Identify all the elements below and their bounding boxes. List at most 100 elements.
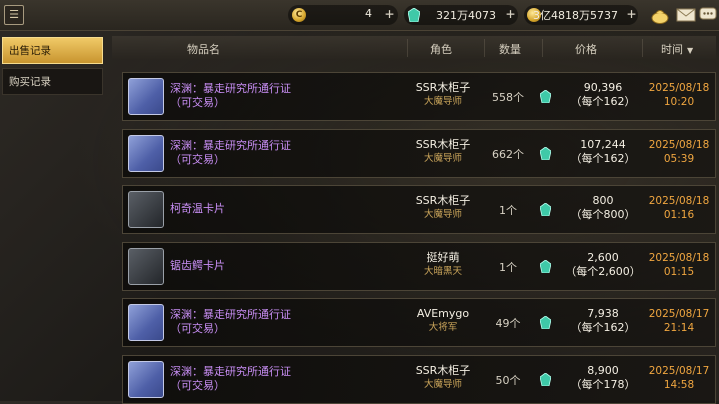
top-bar: ☰ C 4 + 321万4073 + 3亿4818万5737 + — [0, 0, 719, 31]
trade-date: 2025/08/18 — [648, 82, 710, 94]
item-name: 深渊：暴走研究所通行证（可交易） — [170, 139, 291, 166]
table-row: 深渊：暴走研究所通行证（可交易） SSR木柜子 大魔导师 558个 90,396… — [122, 72, 716, 121]
header-divider — [542, 39, 543, 57]
trade-date: 2025/08/18 — [648, 139, 710, 151]
trade-clock: 10:20 — [663, 96, 695, 108]
add-currency-button[interactable]: + — [506, 5, 515, 23]
ticket-item-icon[interactable] — [128, 361, 164, 398]
currency-gem: 321万4073 + — [404, 5, 518, 25]
mail-icon[interactable] — [676, 6, 696, 24]
time-cell: 2025/08/18 05:39 — [643, 138, 715, 166]
character-class: 大魔导师 — [423, 153, 462, 164]
total-price: 2,600 — [587, 251, 619, 264]
price-cell: 7,938 （每个162） — [548, 307, 658, 335]
unit-price: （每个178） — [570, 378, 636, 391]
quantity: 662个 — [492, 148, 524, 161]
item-name: 锯齿鳄卡片 — [170, 259, 225, 272]
time-cell: 2025/08/18 10:20 — [643, 81, 715, 109]
chat-icon[interactable] — [699, 6, 717, 24]
character-name: SSR木柜子 — [415, 364, 471, 377]
trade-date: 2025/08/17 — [648, 365, 710, 377]
trade-date: 2025/08/18 — [648, 252, 710, 264]
document-icon[interactable]: ☰ — [4, 5, 24, 25]
character-class: 大魔导师 — [423, 96, 462, 107]
item-name: 深渊：暴走研究所通行证（可交易） — [170, 308, 291, 335]
price-cell: 107,244 （每个162） — [548, 138, 658, 166]
table-row: 深渊：暴走研究所通行证（可交易） AVEmygo 大将军 49个 7,938 （… — [122, 298, 716, 347]
ticket-item-icon[interactable] — [128, 135, 164, 172]
trade-date: 2025/08/17 — [648, 308, 710, 320]
price-cell: 90,396 （每个162） — [548, 81, 658, 109]
character-name: AVEmygo — [416, 307, 470, 320]
sort-down-icon: ▼ — [687, 46, 694, 55]
unit-price: （每个800） — [570, 208, 636, 221]
character-name: 挺好萌 — [426, 251, 460, 264]
trade-date: 2025/08/18 — [648, 195, 710, 207]
price-cell: 8,900 （每个178） — [548, 364, 658, 392]
character-class: 大魔导师 — [423, 379, 462, 390]
role-cell: SSR木柜子 大魔导师 — [393, 364, 493, 392]
trade-clock: 01:15 — [663, 266, 695, 278]
header-time-sort[interactable]: 时间 ▼ — [661, 41, 693, 57]
header-divider — [642, 39, 643, 57]
tab-sales-record[interactable]: 出售记录 — [2, 37, 103, 64]
unit-price: （每个162） — [570, 152, 636, 165]
tab-purchase-record[interactable]: 购买记录 — [2, 68, 103, 95]
header-quantity: 数量 — [499, 43, 521, 56]
character-class: 大暗黑天 — [423, 266, 462, 277]
currency-value: 321万4073 — [436, 9, 496, 22]
table-row: 深渊：暴走研究所通行证（可交易） SSR木柜子 大魔导师 662个 107,24… — [122, 129, 716, 178]
card-item-icon[interactable] — [128, 191, 164, 228]
unit-price: （每个162） — [570, 95, 636, 108]
currency-value: 3亿4818万5737 — [533, 9, 618, 22]
price-cell: 800 （每个800） — [548, 194, 658, 222]
total-price: 107,244 — [580, 138, 626, 151]
quantity: 558个 — [492, 91, 524, 104]
item-name: 深渊：暴走研究所通行证（可交易） — [170, 365, 291, 392]
unit-price: （每个162） — [570, 321, 636, 334]
table-header: 物品名 角色 数量 价格 时间 ▼ — [112, 36, 716, 60]
item-name: 柯奇温卡片 — [170, 202, 225, 215]
time-cell: 2025/08/17 21:14 — [643, 307, 715, 335]
total-price: 8,900 — [587, 364, 619, 377]
add-currency-button[interactable]: + — [385, 5, 394, 23]
ticket-item-icon[interactable] — [128, 78, 164, 115]
tab-label: 出售记录 — [9, 45, 51, 57]
header-divider — [484, 39, 485, 57]
quantity: 1个 — [499, 204, 517, 217]
character-name: SSR木柜子 — [415, 81, 471, 94]
money-bag-icon[interactable] — [650, 6, 670, 24]
tab-label: 购买记录 — [9, 76, 51, 88]
trade-clock: 01:16 — [663, 209, 695, 221]
total-price: 7,938 — [587, 307, 619, 320]
character-class: 大魔导师 — [423, 209, 462, 220]
trade-clock: 21:14 — [663, 322, 695, 334]
c-coin-icon: C — [292, 8, 306, 22]
table-row: 深渊：暴走研究所通行证（可交易） SSR木柜子 大魔导师 50个 8,900 （… — [122, 355, 716, 404]
header-item-name: 物品名 — [187, 43, 220, 56]
header-divider — [407, 39, 408, 57]
currency-gold: 3亿4818万5737 + — [524, 5, 638, 25]
trade-clock: 14:58 — [663, 379, 695, 391]
role-cell: 挺好萌 大暗黑天 — [393, 251, 493, 279]
add-currency-button[interactable]: + — [627, 5, 636, 23]
role-cell: SSR木柜子 大魔导师 — [393, 138, 493, 166]
currency-c-coin: C 4 + — [288, 5, 398, 25]
total-price: 90,396 — [583, 81, 623, 94]
role-cell: AVEmygo 大将军 — [393, 307, 493, 335]
price-cell: 2,600 （每个2,600） — [548, 251, 658, 279]
quantity: 50个 — [495, 374, 521, 387]
header-time-label: 时间 — [661, 43, 683, 56]
header-role: 角色 — [430, 43, 452, 56]
role-cell: SSR木柜子 大魔导师 — [393, 81, 493, 109]
time-cell: 2025/08/18 01:15 — [643, 251, 715, 279]
ticket-item-icon[interactable] — [128, 304, 164, 341]
role-cell: SSR木柜子 大魔导师 — [393, 194, 493, 222]
card-item-icon[interactable] — [128, 248, 164, 285]
item-name: 深渊：暴走研究所通行证（可交易） — [170, 82, 291, 109]
table-row: 锯齿鳄卡片 挺好萌 大暗黑天 1个 2,600 （每个2,600） 2025/0… — [122, 242, 716, 291]
time-cell: 2025/08/18 01:16 — [643, 194, 715, 222]
time-cell: 2025/08/17 14:58 — [643, 364, 715, 392]
character-name: SSR木柜子 — [415, 194, 471, 207]
total-price: 800 — [592, 194, 614, 207]
